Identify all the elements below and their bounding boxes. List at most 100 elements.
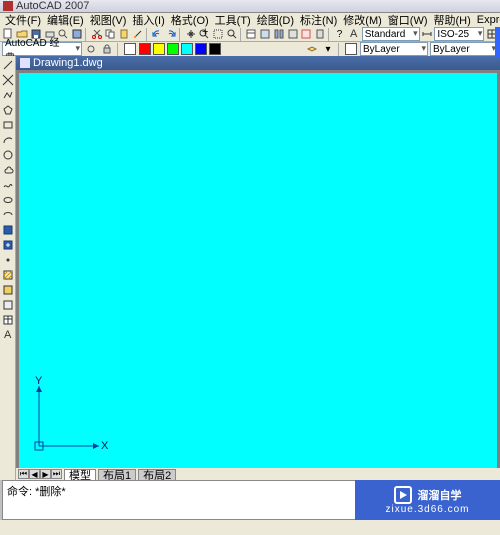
line-tool-icon[interactable] — [1, 58, 15, 72]
drawing-window: Drawing1.dwg X Y ⏮ ◀ ▶ ⏭ 模型 布局1 — [16, 56, 500, 480]
calc-icon[interactable] — [314, 28, 327, 41]
xline-tool-icon[interactable] — [1, 73, 15, 87]
match-icon[interactable] — [131, 28, 144, 41]
window-title: AutoCAD 2007 — [16, 0, 89, 12]
spline-tool-icon[interactable] — [1, 178, 15, 192]
color-cyan[interactable] — [181, 43, 193, 55]
arc-tool-icon[interactable] — [1, 133, 15, 147]
drawing-icon — [20, 58, 30, 68]
revcloud-tool-icon[interactable] — [1, 163, 15, 177]
zoom-win-icon[interactable] — [212, 28, 225, 41]
menu-window[interactable]: 窗口(W) — [385, 12, 431, 28]
svg-text:A: A — [350, 28, 358, 40]
props-icon[interactable] — [245, 28, 258, 41]
publish-icon[interactable] — [71, 28, 84, 41]
rect-tool-icon[interactable] — [1, 118, 15, 132]
layer-state-icon[interactable] — [305, 43, 319, 56]
svg-text:A: A — [4, 329, 12, 341]
zoom-rt-icon[interactable]: + — [198, 28, 211, 41]
table-tool-icon[interactable] — [1, 313, 15, 327]
pan-icon[interactable] — [184, 28, 197, 41]
menu-insert[interactable]: 插入(I) — [129, 12, 167, 28]
svg-text:X: X — [101, 440, 109, 452]
color-black[interactable] — [209, 43, 221, 55]
color-select[interactable]: ByLayer — [430, 42, 498, 56]
pline-tool-icon[interactable] — [1, 88, 15, 102]
separator — [328, 28, 331, 41]
layer-more-icon[interactable]: ▾ — [321, 43, 335, 56]
menu-edit[interactable]: 编辑(E) — [44, 12, 87, 28]
model-canvas[interactable]: X Y — [19, 73, 497, 468]
region-tool-icon[interactable] — [1, 298, 15, 312]
tab-prev-icon[interactable]: ◀ — [29, 469, 40, 479]
color-blue[interactable] — [195, 43, 207, 55]
markup-icon[interactable] — [300, 28, 313, 41]
make-block-tool-icon[interactable] — [1, 238, 15, 252]
svg-text:Y: Y — [35, 376, 43, 387]
help-icon[interactable]: ? — [333, 28, 346, 41]
menu-tools[interactable]: 工具(T) — [212, 12, 254, 28]
tab-last-icon[interactable]: ⏭ — [51, 469, 62, 479]
workspace-select[interactable]: AutoCAD 经典 — [2, 42, 82, 56]
color-green[interactable] — [167, 43, 179, 55]
hatch-tool-icon[interactable] — [1, 268, 15, 282]
color-red[interactable] — [139, 43, 151, 55]
separator — [146, 28, 149, 41]
tab-next-icon[interactable]: ▶ — [40, 469, 51, 479]
textstyle-select[interactable]: Standard — [362, 27, 420, 41]
dc-icon[interactable] — [259, 28, 272, 41]
color-icon[interactable] — [123, 43, 137, 56]
dimstyle-icon[interactable] — [421, 28, 434, 41]
color-yellow[interactable] — [153, 43, 165, 55]
paste-icon[interactable] — [118, 28, 131, 41]
linetype-icon[interactable] — [344, 43, 358, 56]
svg-text:+: + — [202, 28, 208, 38]
menu-bar: 文件(F) 编辑(E) 视图(V) 插入(I) 格式(O) 工具(T) 绘图(D… — [0, 13, 500, 27]
menu-draw[interactable]: 绘图(D) — [254, 12, 297, 28]
menu-modify[interactable]: 修改(M) — [340, 12, 385, 28]
standard-toolbar: + ? A Standard ISO-25 — [0, 27, 500, 42]
ucs-icon: X Y — [29, 376, 109, 456]
tab-layout1[interactable]: 布局1 — [98, 469, 136, 480]
ws-settings-icon[interactable] — [84, 43, 98, 56]
undo-icon[interactable] — [151, 28, 164, 41]
menu-view[interactable]: 视图(V) — [87, 12, 130, 28]
tool-pal-icon[interactable] — [272, 28, 285, 41]
watermark-brand: 溜溜自学 — [418, 487, 462, 503]
dimstyle-select[interactable]: ISO-25 — [434, 27, 484, 41]
menu-format[interactable]: 格式(O) — [168, 12, 212, 28]
ellipse-arc-tool-icon[interactable] — [1, 208, 15, 222]
menu-dim[interactable]: 标注(N) — [297, 12, 340, 28]
drawing-titlebar[interactable]: Drawing1.dwg — [16, 56, 500, 70]
app-icon — [3, 1, 13, 11]
work-area: A Drawing1.dwg X Y ⏮ ◀ ▶ — [0, 56, 500, 480]
tab-model[interactable]: 模型 — [64, 469, 96, 480]
block-tool-icon[interactable] — [1, 223, 15, 237]
layout-tabstrip: ⏮ ◀ ▶ ⏭ 模型 布局1 布局2 — [16, 468, 500, 480]
gradient-tool-icon[interactable] — [1, 283, 15, 297]
redo-icon[interactable] — [165, 28, 178, 41]
canvas-wrap: X Y — [16, 70, 500, 468]
menu-file[interactable]: 文件(F) — [2, 12, 44, 28]
menu-help[interactable]: 帮助(H) — [431, 12, 474, 28]
text-tool-icon[interactable]: A — [1, 328, 15, 342]
separator — [117, 43, 120, 56]
cut-icon[interactable] — [90, 28, 103, 41]
ws-lock-icon[interactable] — [100, 43, 114, 56]
ssm-icon[interactable] — [286, 28, 299, 41]
zoom-prev-icon[interactable] — [225, 28, 238, 41]
tab-first-icon[interactable]: ⏮ — [18, 469, 29, 479]
textstyle-icon[interactable]: A — [348, 28, 361, 41]
draw-toolbar: A — [0, 56, 16, 480]
polygon-tool-icon[interactable] — [1, 103, 15, 117]
play-icon — [394, 486, 412, 504]
copy-icon[interactable] — [104, 28, 117, 41]
separator — [240, 28, 243, 41]
ellipse-tool-icon[interactable] — [1, 193, 15, 207]
workspace-toolbar: AutoCAD 经典 ▾ ByLayer ByLayer — [0, 42, 500, 57]
tab-layout2[interactable]: 布局2 — [138, 469, 176, 480]
linetype-select[interactable]: ByLayer — [360, 42, 428, 56]
point-tool-icon[interactable] — [1, 253, 15, 267]
circle-tool-icon[interactable] — [1, 148, 15, 162]
menu-express[interactable]: Express — [474, 14, 500, 26]
